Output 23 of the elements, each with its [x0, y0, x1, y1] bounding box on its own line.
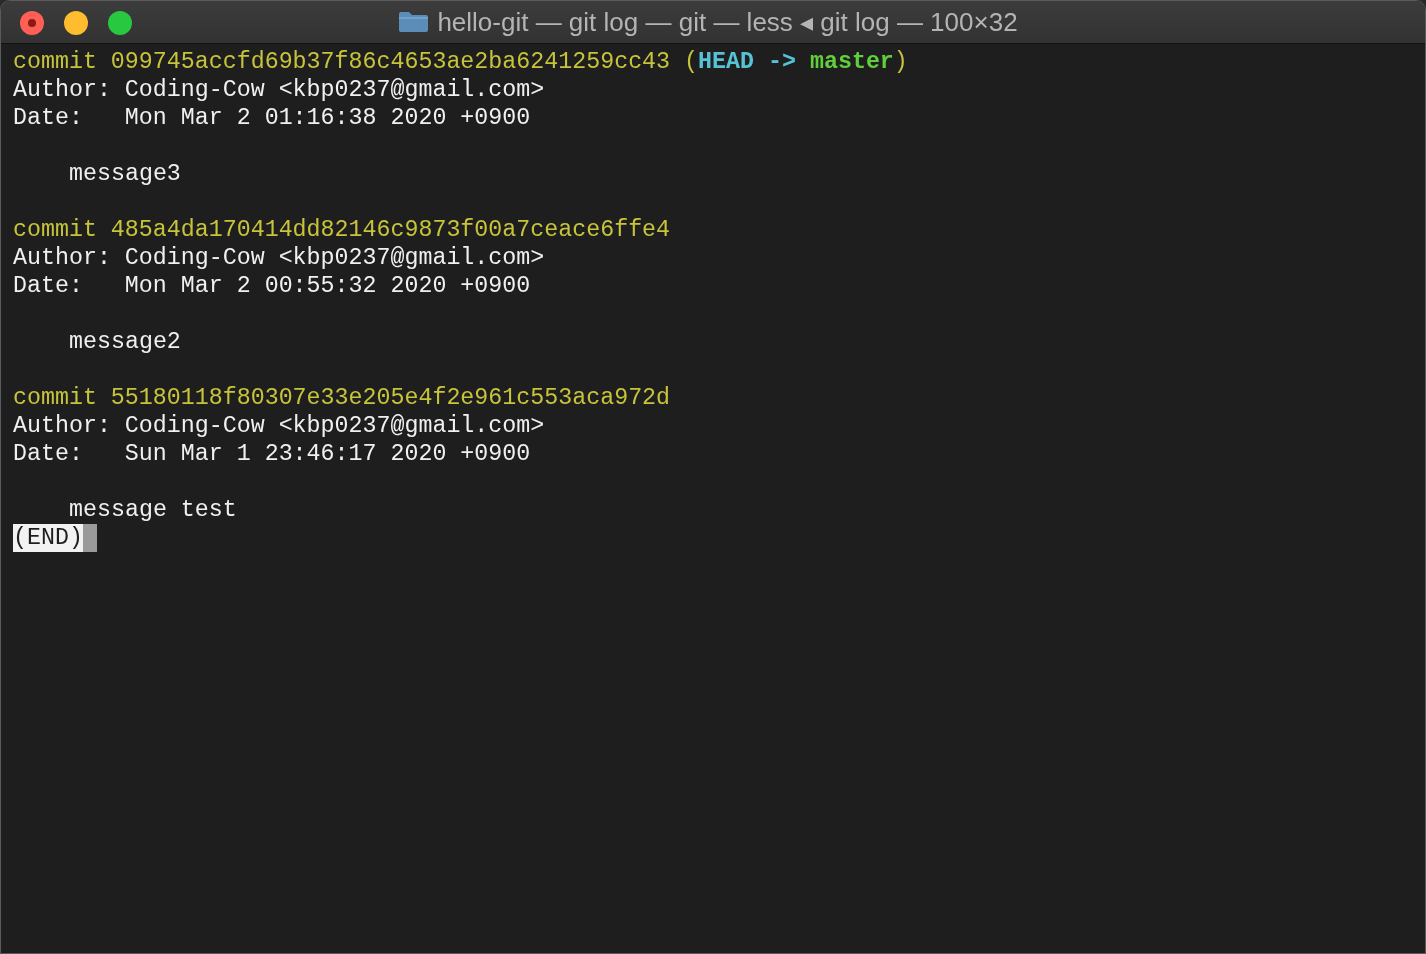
author-line: Author: Coding-Cow <kbp0237@gmail.com>: [13, 412, 545, 440]
head-ref: HEAD: [698, 48, 754, 76]
commit-hash: commit 55180118f80307e33e205e4f2e961c553aca972d: [13, 384, 671, 412]
author-line: Author: Coding-Cow <kbp0237@gmail.com>: [13, 244, 545, 272]
commit-hash: commit 485a4da170414dd82146c9873f00a7ceace6ffe4: [13, 216, 671, 244]
date-line: Date: Mon Mar 2 00:55:32 2020 +0900: [13, 272, 531, 300]
date-line: Date: Mon Mar 2 01:16:38 2020 +0900: [13, 104, 531, 132]
parenthesis: (: [684, 48, 699, 76]
commit-message: message2: [68, 328, 181, 356]
ref-arrow: ->: [768, 48, 796, 76]
commit-message: message3: [68, 160, 181, 188]
branch-name: master: [809, 48, 894, 76]
zoom-button[interactable]: [108, 11, 132, 35]
window-title: hello-git — git log — git — less ◂ git log — 100×32: [437, 5, 1018, 39]
pager-prompt: (END): [13, 524, 83, 552]
parenthesis: ): [893, 48, 908, 76]
commit-hash: commit 099745accfd69b37f86c4653ae2ba6241259cc43: [13, 48, 671, 76]
close-button[interactable]: [20, 11, 44, 35]
date-line: Date: Sun Mar 1 23:46:17 2020 +0900: [13, 440, 531, 468]
folder-icon: [398, 11, 430, 33]
author-line: Author: Coding-Cow <kbp0237@gmail.com>: [13, 76, 545, 104]
minimize-button[interactable]: [64, 11, 88, 35]
commit-message: message test: [68, 496, 237, 524]
